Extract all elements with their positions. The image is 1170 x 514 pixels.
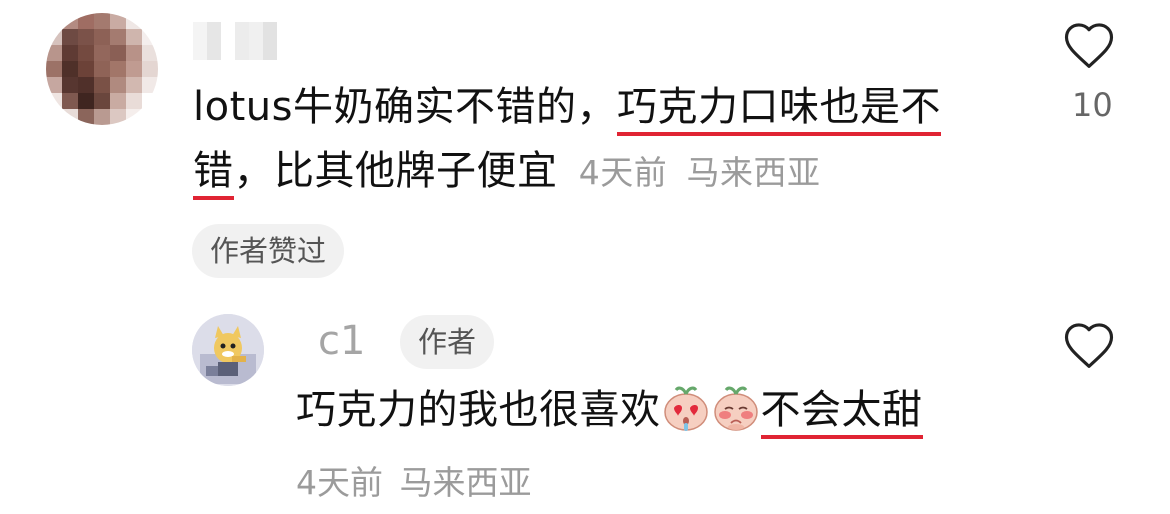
- avatar-mosaic-cell: [142, 93, 158, 109]
- avatar-mosaic-cell: [94, 77, 110, 93]
- commenter-avatar-blurred[interactable]: [46, 13, 158, 125]
- comment-like-count: 10: [1072, 86, 1113, 124]
- avatar-mosaic-cell: [62, 13, 78, 29]
- avatar-mosaic-cell: [142, 109, 158, 125]
- reply-user-avatar[interactable]: [192, 314, 264, 386]
- reply-meta: 4天前 马来西亚: [296, 456, 532, 504]
- avatar-mosaic-cell: [46, 109, 62, 125]
- heart-icon[interactable]: [1062, 320, 1116, 370]
- avatar-mosaic-cell: [142, 45, 158, 61]
- avatar-mosaic-cell: [94, 93, 110, 109]
- avatar-mosaic-cell: [126, 93, 142, 109]
- avatar-mosaic-cell: [94, 13, 110, 29]
- avatar-mosaic-cell: [78, 45, 94, 61]
- reply-text-part: 巧克力的我也很喜欢: [296, 387, 661, 433]
- avatar-mosaic-cell: [78, 77, 94, 93]
- avatar-mosaic-cell: [62, 77, 78, 93]
- avatar-mosaic-cell: [142, 29, 158, 45]
- avatar-mosaic-cell: [142, 13, 158, 29]
- avatar-mosaic-cell: [110, 29, 126, 45]
- comment-like-button[interactable]: [1062, 20, 1122, 74]
- avatar-mosaic-cell: [126, 77, 142, 93]
- avatar-mosaic-cell: [78, 93, 94, 109]
- avatar-mosaic-cell: [62, 61, 78, 77]
- reply-location: 马来西亚: [399, 463, 532, 502]
- avatar-mosaic-cell: [46, 45, 62, 61]
- reply-like-button[interactable]: [1062, 320, 1122, 374]
- commenter-name-blurred[interactable]: [193, 22, 277, 60]
- cat-avatar-icon: [192, 314, 264, 386]
- avatar-mosaic-cell: [110, 93, 126, 109]
- avatar-mosaic-cell: [46, 61, 62, 77]
- comment-text-highlight[interactable]: 巧克力口味也是不: [616, 84, 941, 136]
- avatar-mosaic-cell: [94, 29, 110, 45]
- avatar-mosaic-cell: [78, 109, 94, 125]
- comment-location: 马来西亚: [686, 153, 821, 192]
- avatar-mosaic-cell: [110, 13, 126, 29]
- avatar-mosaic-cell: [46, 93, 62, 109]
- avatar-mosaic-cell: [142, 61, 158, 77]
- comment-text-part: ，比其他牌子便宜: [233, 148, 558, 194]
- avatar-mosaic-cell: [94, 45, 110, 61]
- avatar-mosaic-cell: [94, 109, 110, 125]
- avatar-mosaic-cell: [126, 29, 142, 45]
- avatar-mosaic-cell: [78, 61, 94, 77]
- avatar-mosaic-cell: [62, 109, 78, 125]
- comment-time: 4天前: [578, 153, 668, 192]
- avatar-mosaic-cell: [110, 109, 126, 125]
- comment-text-part: lotus牛奶确实不错的，: [193, 84, 617, 130]
- smitten-peach-emoji: [661, 383, 711, 452]
- heart-icon[interactable]: [1062, 20, 1116, 70]
- avatar-mosaic-cell: [46, 13, 62, 29]
- reply-text-highlight[interactable]: 不会太甜: [760, 387, 923, 439]
- avatar-mosaic-cell: [126, 61, 142, 77]
- reply-text: 巧克力的我也很喜欢 不会太甜: [296, 378, 1016, 452]
- avatar-mosaic-cell: [126, 13, 142, 29]
- comment-text: lotus牛奶确实不错的，巧克力口味也是不 错，比其他牌子便宜 4天前 马来西亚: [193, 75, 1023, 205]
- avatar-mosaic-cell: [62, 45, 78, 61]
- reply-time: 4天前: [296, 463, 383, 502]
- avatar-mosaic-cell: [142, 77, 158, 93]
- author-liked-badge: 作者赞过: [192, 224, 345, 278]
- avatar-mosaic-cell: [78, 29, 94, 45]
- avatar-mosaic-cell: [62, 29, 78, 45]
- avatar-mosaic-cell: [46, 77, 62, 93]
- avatar-mosaic-cell: [94, 61, 110, 77]
- author-badge: 作者: [400, 315, 495, 369]
- avatar-mosaic-cell: [126, 109, 142, 125]
- avatar-mosaic-cell: [62, 93, 78, 109]
- avatar-mosaic-cell: [110, 61, 126, 77]
- shy-peach-emoji: [711, 383, 761, 452]
- avatar-mosaic-cell: [110, 45, 126, 61]
- avatar-mosaic-cell: [78, 13, 94, 29]
- avatar-mosaic-cell: [46, 29, 62, 45]
- reply-username[interactable]: c1: [318, 318, 365, 364]
- avatar-mosaic-cell: [110, 77, 126, 93]
- comment-text-highlight[interactable]: 错: [193, 148, 234, 200]
- avatar-mosaic-cell: [126, 45, 142, 61]
